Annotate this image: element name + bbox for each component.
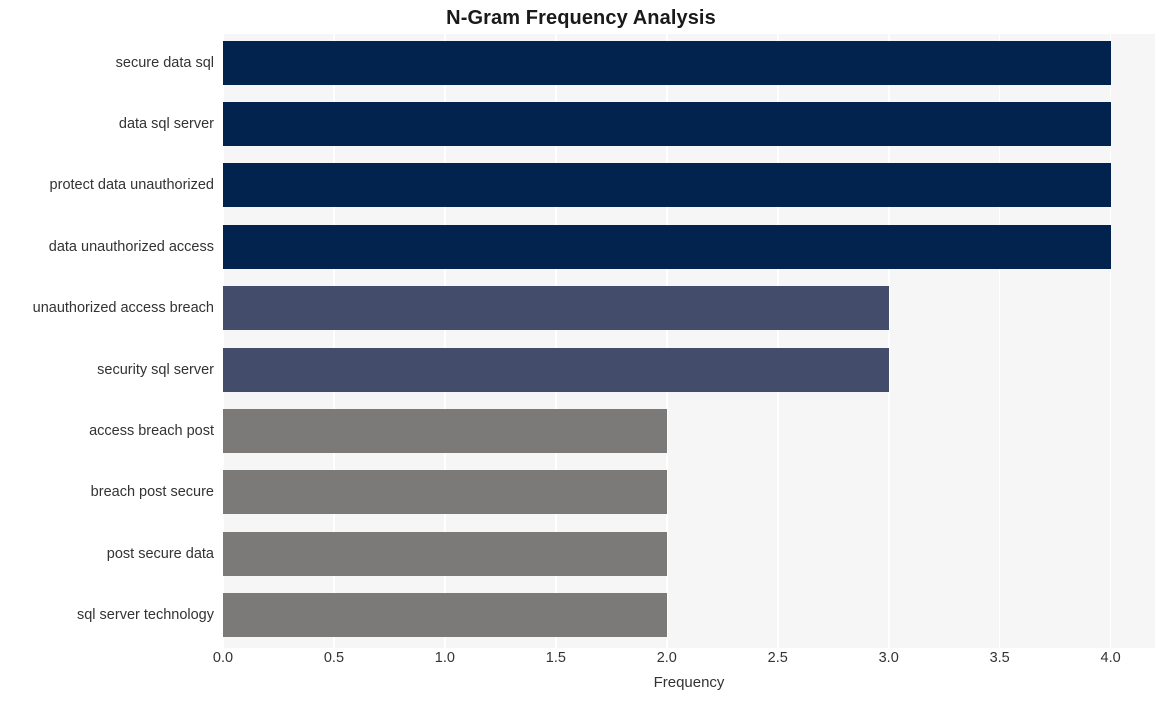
x-tick-label: 3.5 [989,650,1010,666]
bar [223,531,667,576]
y-tick-label: security sql server [97,361,214,378]
x-tick-label: 2.5 [767,650,788,666]
x-tick-label: 4.0 [1100,650,1121,666]
bars-container [223,34,1155,648]
x-tick-label: 0.5 [323,650,345,666]
y-tick-label: data sql server [118,115,214,132]
x-axis-tick-labels: 0.0 0.5 1.0 1.5 2.0 2.5 3.0 3.5 4.0 [213,650,1155,672]
chart-title: N-Gram Frequency Analysis [446,7,716,29]
chart-figure: N-Gram Frequency Analysis secure data sq… [0,0,1162,701]
x-tick-label: 1.5 [545,650,566,666]
bar-row [223,95,1155,152]
bar [223,286,889,331]
bar [223,470,667,515]
plot-area [222,34,1155,648]
x-tick-label: 1.0 [434,650,455,666]
bar-row [223,587,1155,644]
y-tick-label: breach post secure [90,484,214,501]
bar-row [223,157,1155,214]
bar [223,408,667,453]
y-tick-label: unauthorized access breach [32,300,214,317]
y-tick-label: protect data unauthorized [49,177,214,194]
bar [223,40,1111,85]
bar-row [223,341,1155,398]
y-tick-label: secure data sql [115,54,214,71]
bar-row [223,218,1155,275]
y-tick-label: data unauthorized access [48,238,214,255]
bar-row [223,525,1155,582]
y-tick-label: access breach post [89,422,214,439]
y-tick-label: sql server technology [76,607,214,624]
bar [223,224,1111,269]
bar-row [223,280,1155,337]
bar [223,347,889,392]
y-axis-tick-labels: secure data sql data sql server protect da… [0,34,223,648]
x-tick-label: 3.0 [878,650,899,666]
x-tick-label: 0.0 [212,650,234,666]
bar [223,101,1111,146]
bar [223,163,1111,208]
x-tick-label: 2.0 [656,650,677,666]
y-tick-label: post secure data [106,545,214,562]
x-axis-label: Frequency [653,674,725,691]
bar-row [223,464,1155,521]
bar [223,593,667,638]
bar-row [223,402,1155,459]
bar-row [223,34,1155,91]
